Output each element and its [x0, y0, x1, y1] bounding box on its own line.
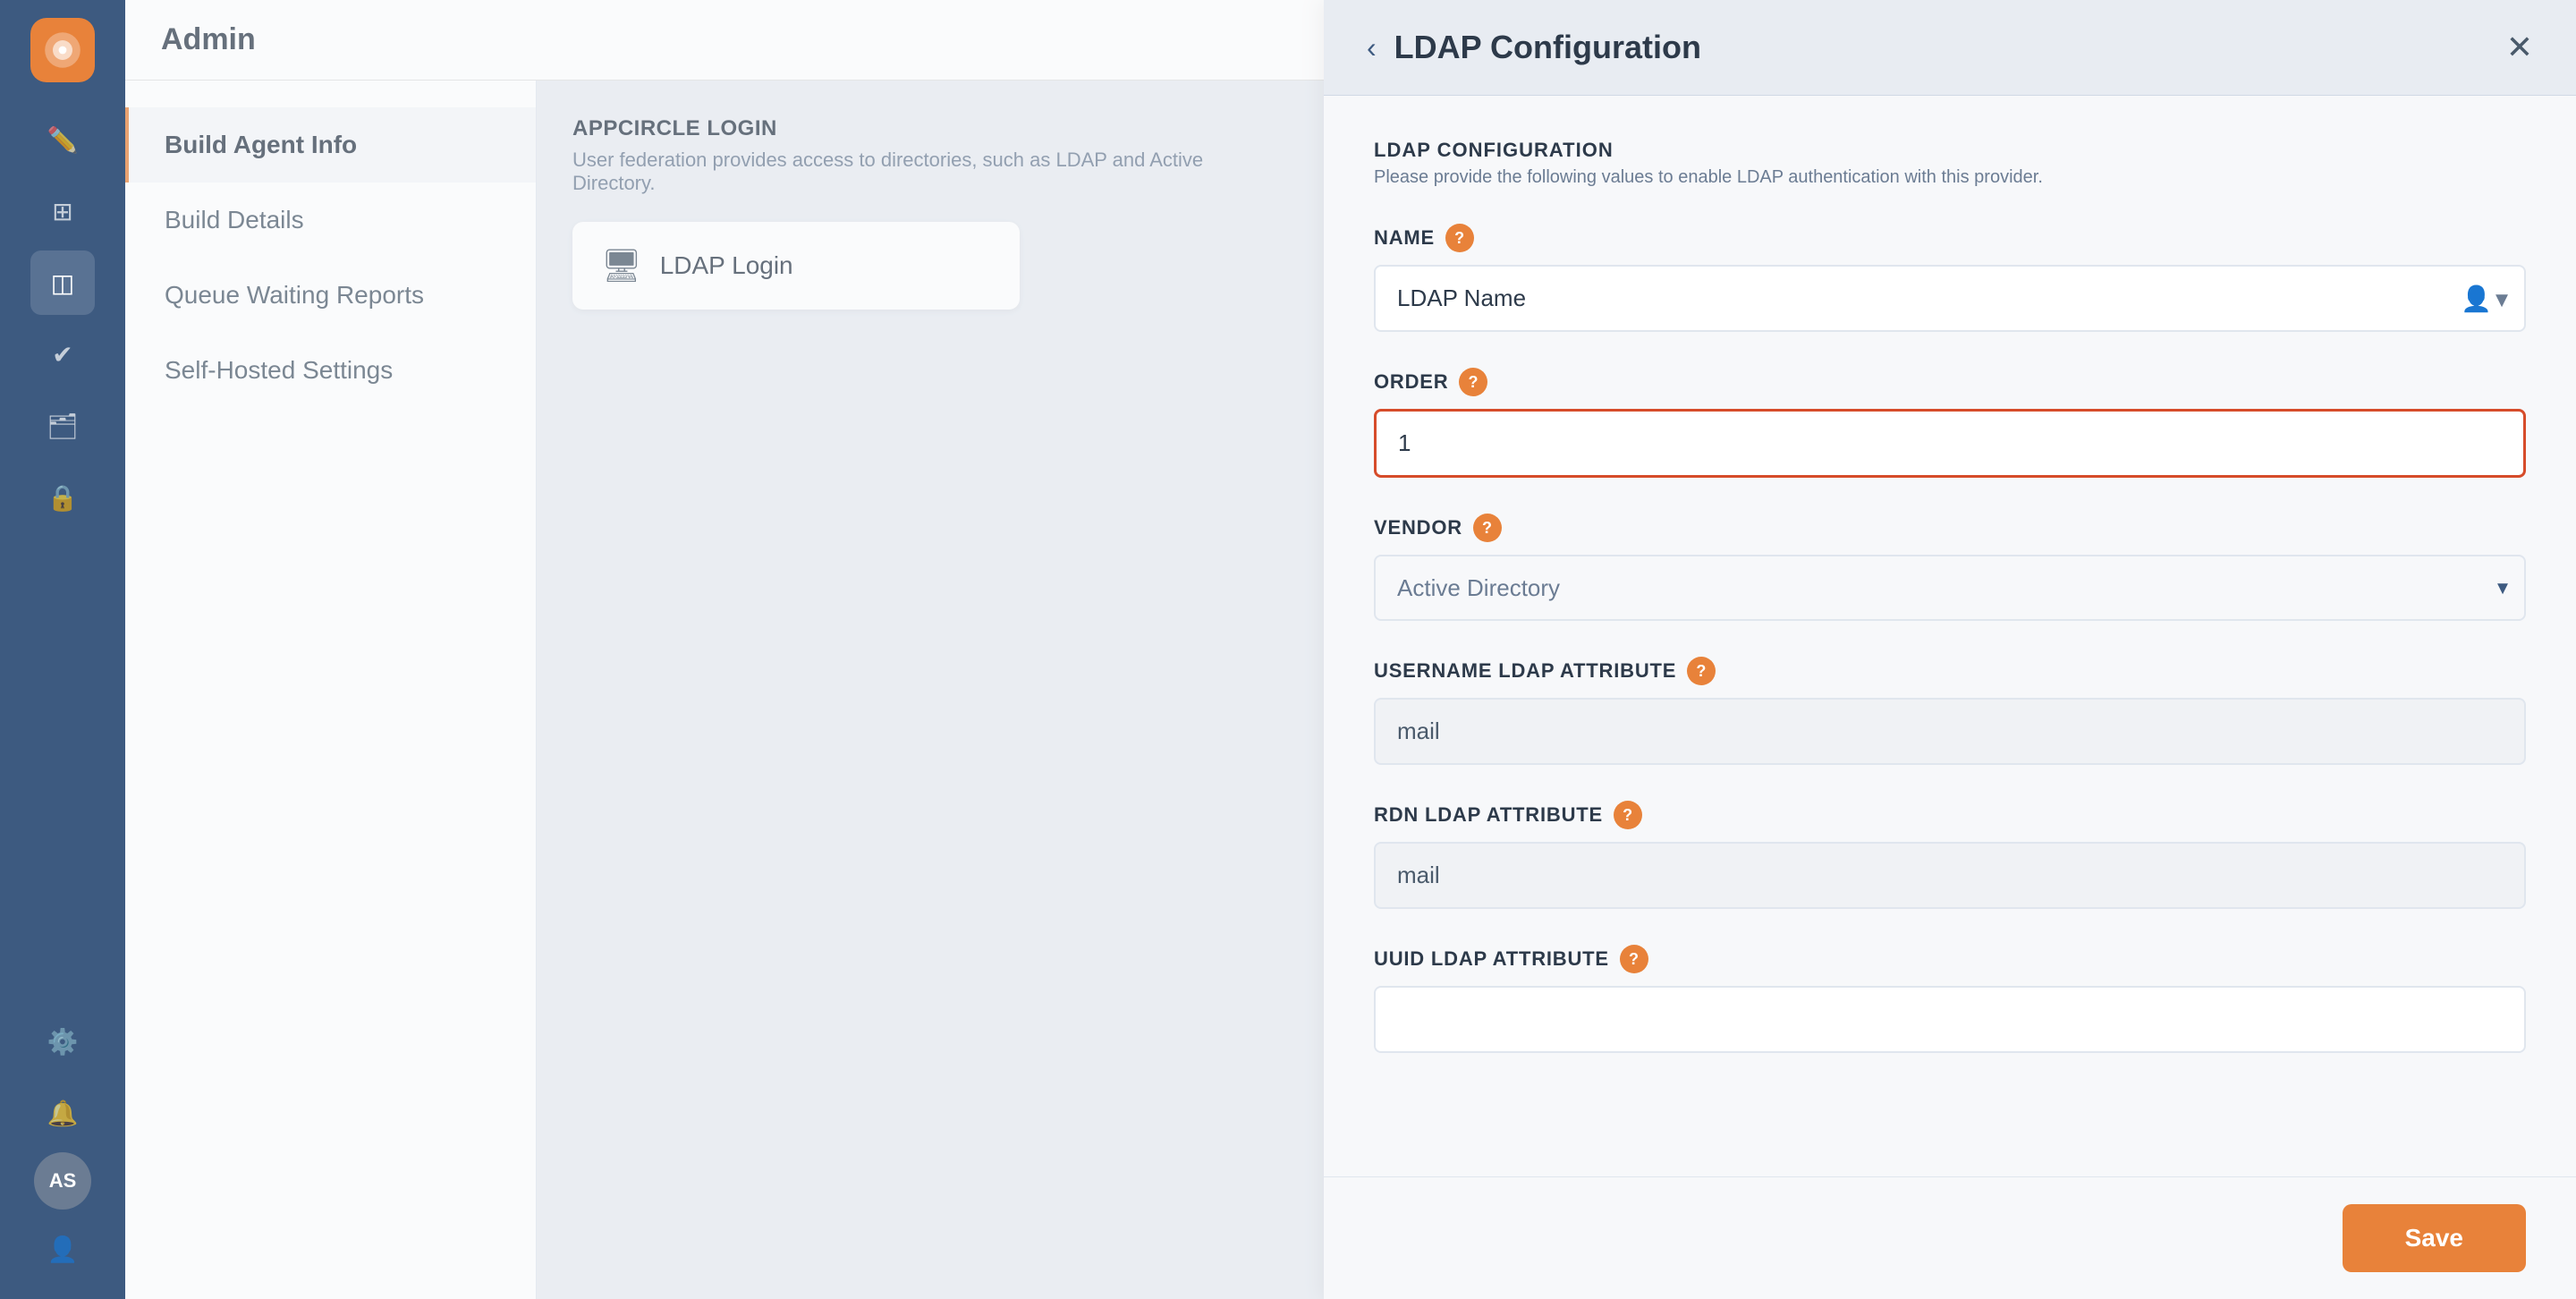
vendor-field-group: VENDOR ? Active Directory OpenLDAP Red H…	[1374, 514, 2526, 621]
ldap-icon: 🖥	[601, 247, 642, 284]
uuid-ldap-label: UUID LDAP ATTRIBUTE ?	[1374, 945, 2526, 973]
ldap-login-card[interactable]: 🖥 LDAP Login	[572, 222, 1020, 310]
username-ldap-label: USERNAME LDAP ATTRIBUTE ?	[1374, 657, 2526, 685]
name-input[interactable]	[1374, 265, 2526, 332]
order-field-group: ORDER ?	[1374, 368, 2526, 478]
section-subtitle: User federation provides access to direc…	[572, 149, 1288, 195]
ldap-login-label: LDAP Login	[660, 251, 793, 280]
center-panel: APPCIRCLE LOGIN User federation provides…	[537, 81, 1324, 1299]
rdn-ldap-label: RDN LDAP ATTRIBUTE ?	[1374, 801, 2526, 829]
sidebar-icon-bell[interactable]: 🔔	[30, 1081, 95, 1145]
sidebar-icon-settings[interactable]: ⚙️	[30, 1009, 95, 1074]
save-button[interactable]: Save	[2343, 1204, 2526, 1272]
vendor-label: VENDOR ?	[1374, 514, 2526, 542]
sidebar-icon-lock[interactable]: 🔒	[30, 465, 95, 530]
order-label: ORDER ?	[1374, 368, 2526, 396]
ldap-panel: ‹ LDAP Configuration ✕ LDAP CONFIGURATIO…	[1324, 0, 2576, 1299]
order-input[interactable]	[1374, 409, 2526, 478]
uuid-ldap-field-group: UUID LDAP ATTRIBUTE ?	[1374, 945, 2526, 1053]
username-ldap-field-group: USERNAME LDAP ATTRIBUTE ? mail	[1374, 657, 2526, 765]
app-logo	[30, 18, 95, 82]
sidebar-icon-puzzle[interactable]: ◫	[30, 250, 95, 315]
ldap-section-header: LDAP CONFIGURATION Please provide the fo…	[1374, 139, 2526, 188]
ldap-header-left: ‹ LDAP Configuration	[1367, 29, 1701, 66]
sidebar-icon-pencil[interactable]: ✏️	[30, 107, 95, 172]
top-bar: Admin	[125, 0, 1324, 81]
rdn-ldap-value: mail	[1374, 842, 2526, 909]
sidebar-bottom: ⚙️ 🔔 AS 👤	[30, 1009, 95, 1281]
sidebar: ✏️ ⊞ ◫ ✔ 🗂 🔒 ⚙️ 🔔 AS 👤	[0, 0, 125, 1299]
username-ldap-value: mail	[1374, 698, 2526, 765]
page-title: Admin	[161, 22, 256, 57]
uuid-ldap-help-icon[interactable]: ?	[1620, 945, 1648, 973]
dropdown-arrow-icon: ▾	[2496, 284, 2508, 313]
order-help-icon[interactable]: ?	[1459, 368, 1487, 396]
nav-item-build-agent[interactable]: Build Agent Info	[125, 107, 536, 183]
person-icon: 👤	[2461, 284, 2492, 313]
name-help-icon[interactable]: ?	[1445, 224, 1474, 252]
vendor-select[interactable]: Active Directory OpenLDAP Red Hat Direct…	[1374, 555, 2526, 621]
ldap-body: LDAP CONFIGURATION Please provide the fo…	[1324, 96, 2576, 1176]
sidebar-icon-grid[interactable]: ⊞	[30, 179, 95, 243]
sidebar-icon-user[interactable]: 👤	[30, 1217, 95, 1281]
name-field-group: NAME ? 👤 ▾	[1374, 224, 2526, 332]
vendor-help-icon[interactable]: ?	[1473, 514, 1502, 542]
ldap-config-title: LDAP CONFIGURATION	[1374, 139, 2526, 162]
rdn-ldap-field-group: RDN LDAP ATTRIBUTE ? mail	[1374, 801, 2526, 909]
sidebar-icon-check[interactable]: ✔	[30, 322, 95, 386]
nav-item-self-hosted[interactable]: Self-Hosted Settings	[125, 333, 536, 408]
ldap-header: ‹ LDAP Configuration ✕	[1324, 0, 2576, 96]
ldap-panel-title: LDAP Configuration	[1394, 29, 1701, 66]
section-title: APPCIRCLE LOGIN	[572, 116, 1288, 141]
user-avatar[interactable]: AS	[34, 1152, 91, 1210]
section-header: APPCIRCLE LOGIN User federation provides…	[572, 116, 1288, 195]
ldap-footer: Save	[1324, 1176, 2576, 1299]
back-button[interactable]: ‹	[1367, 31, 1377, 64]
content-area: Build Agent Info Build Details Queue Wai…	[125, 81, 1324, 1299]
name-label: NAME ?	[1374, 224, 2526, 252]
nav-item-queue-waiting[interactable]: Queue Waiting Reports	[125, 258, 536, 333]
name-input-wrapper: 👤 ▾	[1374, 265, 2526, 332]
username-ldap-help-icon[interactable]: ?	[1687, 657, 1716, 685]
sidebar-icon-briefcase[interactable]: 🗂	[30, 394, 95, 458]
uuid-ldap-input[interactable]	[1374, 986, 2526, 1053]
rdn-ldap-help-icon[interactable]: ?	[1614, 801, 1642, 829]
main-content: Admin Build Agent Info Build Details Que…	[125, 0, 1324, 1299]
ldap-config-subtitle: Please provide the following values to e…	[1374, 167, 2526, 188]
logo-icon	[43, 30, 82, 70]
close-button[interactable]: ✕	[2506, 29, 2533, 66]
vendor-select-wrapper: Active Directory OpenLDAP Red Hat Direct…	[1374, 555, 2526, 621]
left-nav: Build Agent Info Build Details Queue Wai…	[125, 81, 537, 1299]
nav-item-build-details[interactable]: Build Details	[125, 183, 536, 258]
name-input-icon[interactable]: 👤 ▾	[2461, 284, 2508, 313]
